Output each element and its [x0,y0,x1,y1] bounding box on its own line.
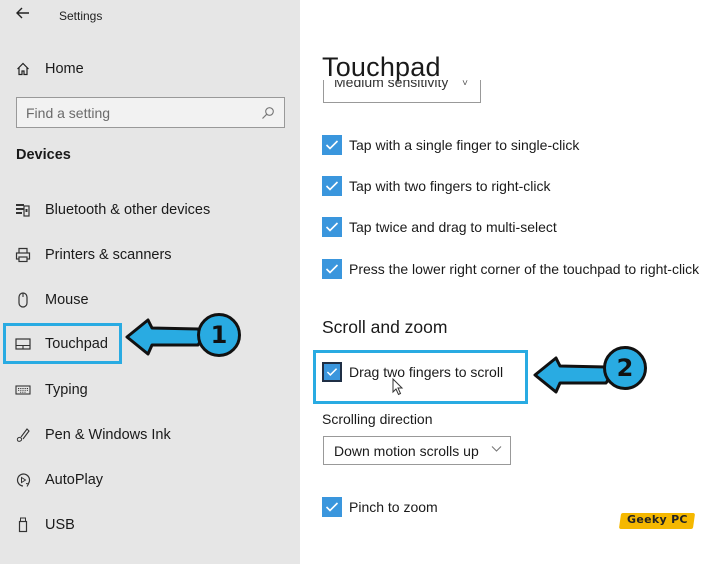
watermark-logo: Geeky PC [618,511,696,531]
mouse-cursor-icon [392,378,404,396]
sidebar-item-autoplay[interactable]: AutoPlay [0,461,300,499]
check-icon [325,264,339,274]
chevron-down-icon [491,446,502,452]
sidebar-item-label: Typing [45,382,88,398]
chevron-down-icon: ˅ [462,80,468,89]
checkbox[interactable] [322,362,342,382]
check-icon [325,140,339,150]
sidebar-item-bluetooth[interactable]: Bluetooth & other devices [0,191,300,229]
search-input[interactable] [26,104,261,121]
sidebar-item-touchpad[interactable]: Touchpad [3,323,122,364]
sidebar-item-pen[interactable]: Pen & Windows Ink [0,416,300,454]
checkbox-label: Press the lower right corner of the touc… [349,261,700,277]
bluetooth-devices-icon [15,202,31,218]
checkbox-tap-twice-drag[interactable]: Tap twice and drag to multi-select [322,216,557,238]
section-title-devices: Devices [16,147,71,163]
annotation-arrow-2-icon [533,356,611,394]
checkbox-two-finger-right-click[interactable]: Tap with two fingers to right-click [322,175,551,197]
checkbox[interactable] [322,135,342,155]
sensitivity-dropdown[interactable]: Medium sensitivity ˅ [323,80,481,103]
sidebar-item-label: Mouse [45,292,89,308]
touchpad-icon [15,336,31,352]
sidebar-item-usb[interactable]: USB [0,506,300,544]
sidebar: Settings Home Devices Bluetooth & other … [0,0,300,564]
app-title: Settings [59,9,103,23]
sidebar-item-label: USB [45,517,75,533]
check-icon [325,222,339,232]
sidebar-item-label: Touchpad [45,335,108,352]
scroll-zoom-heading: Scroll and zoom [322,317,448,337]
annotation-badge-2: 2 [603,346,647,390]
home-icon [16,62,30,76]
checkbox-lower-right-corner[interactable]: Press the lower right corner of the touc… [322,258,699,280]
checkbox-inner [324,364,340,380]
checkbox-single-finger-click[interactable]: Tap with a single finger to single-click [322,134,579,156]
sidebar-item-label: Bluetooth & other devices [45,202,211,218]
mouse-icon [15,292,31,308]
sidebar-home[interactable]: Home [16,58,84,80]
scrolling-direction-label: Scrolling direction [322,411,433,427]
page-title: Touchpad [322,52,441,82]
sidebar-item-mouse[interactable]: Mouse [0,281,300,319]
watermark-text: Geeky PC [627,513,688,526]
main-content: Touchpad Medium sensitivity ˅ Tap with a… [300,0,726,564]
title-bar: Settings [0,0,300,34]
checkbox[interactable] [322,259,342,279]
checkbox-label: Tap with two fingers to right-click [349,178,551,194]
search-box[interactable] [16,97,285,128]
back-button[interactable] [12,4,34,26]
checkbox[interactable] [322,217,342,237]
usb-icon [15,517,31,533]
check-icon [326,368,338,376]
checkbox-drag-two-fingers[interactable]: Drag two fingers to scroll [322,361,503,383]
sensitivity-value: Medium sensitivity [334,80,449,90]
checkbox[interactable] [322,176,342,196]
pen-icon [15,427,31,443]
scrolling-direction-value: Down motion scrolls up [334,442,479,459]
annotation-arrow-1-icon [125,318,203,356]
sidebar-item-printers[interactable]: Printers & scanners [0,236,300,274]
sidebar-item-label: Printers & scanners [45,247,172,263]
scrolling-direction-dropdown[interactable]: Down motion scrolls up [323,436,511,465]
checkbox-label: Pinch to zoom [349,499,438,515]
annotation-badge-1: 1 [197,313,241,357]
check-icon [325,502,339,512]
back-arrow-icon [16,7,29,19]
home-label: Home [45,61,84,77]
autoplay-icon [15,472,31,488]
printer-icon [15,247,31,263]
sidebar-item-label: Pen & Windows Ink [45,427,171,443]
keyboard-icon [15,382,31,398]
check-icon [325,181,339,191]
search-icon[interactable] [261,106,275,120]
checkbox-label: Tap with a single finger to single-click [349,137,580,153]
checkbox-pinch-zoom[interactable]: Pinch to zoom [322,496,438,518]
sidebar-item-typing[interactable]: Typing [0,371,300,409]
checkbox-label: Drag two fingers to scroll [349,364,504,380]
checkbox-label: Tap twice and drag to multi-select [349,219,557,235]
sidebar-item-label: AutoPlay [45,472,104,488]
checkbox[interactable] [322,497,342,517]
